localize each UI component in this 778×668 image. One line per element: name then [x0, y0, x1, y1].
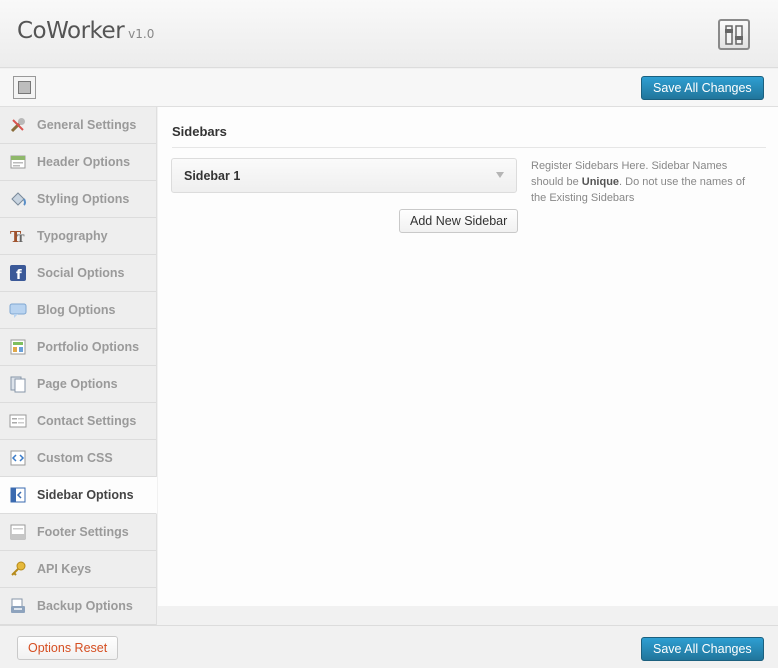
sliders-icon	[725, 24, 743, 45]
square-icon	[18, 81, 31, 94]
save-all-changes-button-top[interactable]: Save All Changes	[641, 76, 764, 100]
backup-icon	[9, 597, 27, 615]
sidebar-icon	[9, 486, 27, 504]
options-reset-button[interactable]: Options Reset	[17, 636, 119, 660]
sliders-settings-button[interactable]	[718, 19, 750, 50]
footer-icon	[9, 523, 27, 541]
app-header: CoWorker v1.0	[0, 0, 778, 68]
sidebar-item-label: Styling Options	[37, 192, 130, 206]
sidebar-item-label: Portfolio Options	[37, 340, 140, 354]
svg-text:T: T	[17, 234, 25, 245]
help-text: Register Sidebars Here. Sidebar Names sh…	[531, 158, 751, 206]
sidebar-item-label: Sidebar Options	[37, 488, 134, 502]
facebook-icon: f	[9, 264, 27, 282]
sidebar-select[interactable]: Sidebar 1	[171, 158, 517, 193]
add-new-sidebar-button[interactable]: Add New Sidebar	[399, 209, 519, 233]
sidebar-item-label: Custom CSS	[37, 451, 113, 465]
typography-icon: TT	[9, 227, 27, 245]
sidebar-item-label: Social Options	[37, 266, 125, 280]
sidebar-item-api-keys[interactable]: API Keys	[0, 551, 156, 588]
collapse-toggle-button[interactable]	[13, 76, 36, 99]
sidebar-item-label: General Settings	[37, 118, 137, 132]
sidebar-select-value: Sidebar 1	[184, 168, 241, 183]
sidebar-item-header-options[interactable]: Header Options	[0, 144, 156, 181]
contact-form-icon	[9, 412, 27, 430]
header-icon	[9, 153, 27, 171]
page-icon	[9, 375, 27, 393]
paint-bucket-icon	[9, 190, 27, 208]
svg-text:f: f	[16, 268, 22, 282]
sidebar-item-backup-options[interactable]: Backup Options	[0, 588, 156, 625]
options-panel: Sidebars Sidebar 1 Add New Sidebar Regis…	[158, 107, 778, 606]
sidebar-item-label: Page Options	[37, 377, 118, 391]
sidebar-item-general-settings[interactable]: General Settings	[0, 107, 156, 144]
sidebar-item-page-options[interactable]: Page Options	[0, 366, 156, 403]
sidebar-item-typography[interactable]: TT Typography	[0, 218, 156, 255]
wrench-icon	[9, 116, 27, 134]
code-icon	[9, 449, 27, 467]
sidebar-item-label: Contact Settings	[37, 414, 137, 428]
sidebar-item-sidebar-options[interactable]: Sidebar Options	[0, 477, 157, 514]
portfolio-icon	[9, 338, 27, 356]
speech-bubble-icon	[9, 301, 27, 319]
section-divider	[172, 147, 766, 148]
sidebar-item-portfolio-options[interactable]: Portfolio Options	[0, 329, 156, 366]
key-icon	[9, 560, 27, 578]
app-version: v1.0	[128, 27, 155, 41]
app-title: CoWorker	[17, 18, 125, 44]
sidebar-item-label: Header Options	[37, 155, 131, 169]
sidebar-item-blog-options[interactable]: Blog Options	[0, 292, 156, 329]
chevron-down-icon	[496, 172, 504, 178]
section-title: Sidebars	[172, 124, 227, 139]
sidebar-item-footer-settings[interactable]: Footer Settings	[0, 514, 156, 551]
options-sidebar: General Settings Header Options Styling …	[0, 107, 157, 625]
sidebar-item-label: API Keys	[37, 562, 92, 576]
sidebar-item-contact-settings[interactable]: Contact Settings	[0, 403, 156, 440]
sidebar-item-styling-options[interactable]: Styling Options	[0, 181, 156, 218]
help-text-strong: Unique	[581, 176, 620, 188]
sidebar-item-label: Typography	[37, 229, 108, 243]
sidebar-item-custom-css[interactable]: Custom CSS	[0, 440, 156, 477]
sidebar-item-label: Blog Options	[37, 303, 116, 317]
app-brand: CoWorker v1.0	[17, 18, 154, 44]
save-all-changes-button-bottom[interactable]: Save All Changes	[641, 637, 764, 661]
sidebar-item-label: Backup Options	[37, 599, 133, 613]
sidebar-item-social-options[interactable]: f Social Options	[0, 255, 156, 292]
sidebar-item-label: Footer Settings	[37, 525, 129, 539]
